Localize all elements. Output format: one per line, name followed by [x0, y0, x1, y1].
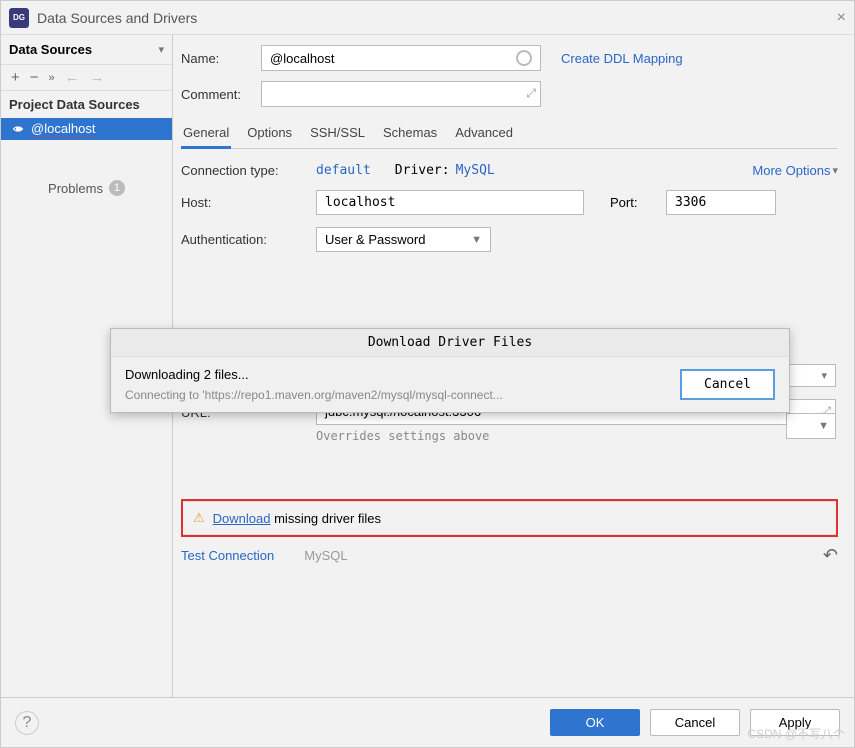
tabs: General Options SSH/SSL Schemas Advanced — [181, 121, 838, 149]
window-title: Data Sources and Drivers — [37, 10, 197, 26]
more-icon[interactable]: » — [49, 72, 55, 84]
driver-value[interactable]: MySQL — [456, 163, 495, 178]
tab-sshssl[interactable]: SSH/SSL — [308, 121, 367, 148]
name-value: @localhost — [270, 51, 335, 66]
driver-label: Driver: — [395, 163, 450, 178]
dialog-status: Downloading 2 files... — [125, 367, 666, 382]
problems-row[interactable]: Problems 1 — [1, 180, 172, 196]
chevron-down-icon: ▾ — [832, 164, 838, 177]
chevron-down-icon: ▼ — [818, 420, 829, 432]
comment-label: Comment: — [181, 87, 261, 102]
chevron-down-icon: ▼ — [471, 234, 482, 246]
host-label: Host: — [181, 195, 316, 210]
tab-options[interactable]: Options — [245, 121, 294, 148]
tab-advanced[interactable]: Advanced — [453, 121, 515, 148]
cancel-button[interactable]: Cancel — [650, 709, 740, 736]
undo-icon[interactable]: ↶ — [823, 545, 838, 566]
host-input[interactable] — [316, 190, 584, 215]
watermark: CSDN @不写八个 — [747, 725, 845, 742]
problems-label: Problems — [48, 181, 103, 196]
chevron-down-icon[interactable]: ▾ — [158, 43, 164, 56]
url-hint: Overrides settings above — [316, 429, 838, 443]
notice-text: missing driver files — [270, 511, 381, 526]
name-label: Name: — [181, 51, 261, 66]
back-icon[interactable]: ← — [65, 69, 80, 86]
conn-type-value[interactable]: default — [316, 163, 371, 178]
conn-type-label: Connection type: — [181, 163, 316, 178]
sidebar-toolbar: + − » ← → — [1, 65, 172, 91]
remove-icon[interactable]: − — [30, 69, 39, 86]
add-icon[interactable]: + — [11, 69, 20, 86]
tab-schemas[interactable]: Schemas — [381, 121, 439, 148]
download-notice: ⚠ Download missing driver files — [183, 501, 836, 535]
datasource-item[interactable]: @localhost — [1, 118, 172, 140]
ok-button[interactable]: OK — [550, 709, 640, 736]
sidebar-tab-label[interactable]: Data Sources — [9, 42, 158, 57]
dialog-detail: Connecting to 'https://repo1.maven.org/m… — [125, 388, 666, 402]
dialog-cancel-button[interactable]: Cancel — [680, 369, 775, 400]
notice-highlight: ⚠ Download missing driver files — [181, 499, 838, 537]
dialog-title: Download Driver Files — [111, 329, 789, 357]
close-icon[interactable]: × — [837, 9, 846, 27]
section-label: Project Data Sources — [1, 91, 172, 118]
create-ddl-link[interactable]: Create DDL Mapping — [561, 51, 683, 66]
port-label: Port: — [610, 195, 666, 210]
mysql-icon — [11, 122, 25, 136]
download-dialog: Download Driver Files Downloading 2 file… — [110, 328, 790, 413]
forward-icon[interactable]: → — [90, 69, 105, 86]
titlebar: DG Data Sources and Drivers × — [1, 1, 854, 35]
expand-icon[interactable]: ⤢ — [526, 86, 536, 101]
tab-general[interactable]: General — [181, 121, 231, 149]
name-input[interactable]: @localhost — [261, 45, 541, 71]
warning-icon: ⚠ — [193, 510, 205, 526]
more-options-label: More Options — [752, 163, 830, 178]
port-input[interactable] — [666, 190, 776, 215]
chevron-down-icon: ▾ — [821, 369, 827, 382]
datasource-name: @localhost — [31, 121, 96, 137]
auth-label: Authentication: — [181, 232, 316, 247]
sidebar-header: Data Sources ▾ — [1, 35, 172, 65]
download-link[interactable]: Download — [213, 511, 271, 526]
hidden-select-edge[interactable]: ▼ — [786, 413, 836, 439]
comment-input[interactable]: ⤢ — [261, 81, 541, 107]
auth-value: User & Password — [325, 232, 425, 247]
driver-name-label: MySQL — [304, 548, 347, 563]
help-button[interactable]: ? — [15, 711, 39, 735]
test-connection-link[interactable]: Test Connection — [181, 548, 274, 563]
color-circle-icon[interactable] — [516, 50, 532, 66]
app-icon: DG — [9, 8, 29, 28]
button-bar: ? OK Cancel Apply — [1, 697, 854, 747]
problems-count-badge: 1 — [109, 180, 125, 196]
auth-select[interactable]: User & Password ▼ — [316, 227, 491, 252]
footer-row: Test Connection MySQL ↶ — [181, 537, 838, 574]
more-options-link[interactable]: More Options ▾ — [752, 163, 838, 178]
